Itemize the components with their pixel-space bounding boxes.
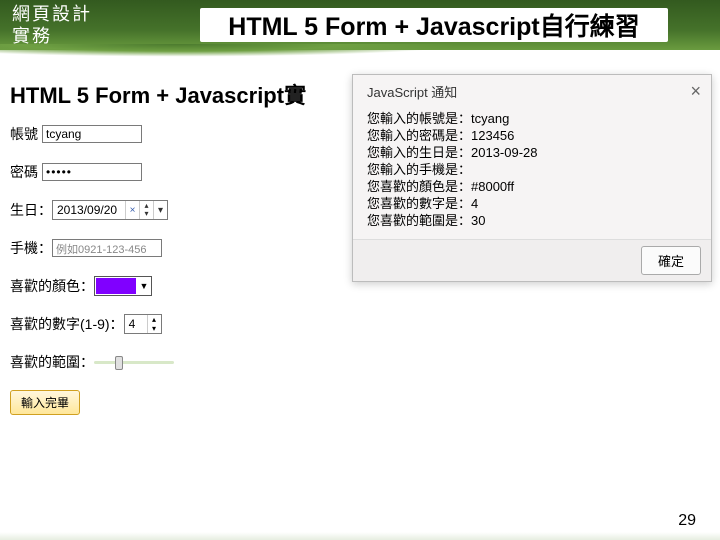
dialog-line: 您輸入的生日是：2013-09-28 <box>367 144 697 161</box>
range-label: 喜歡的範圍： <box>10 352 94 372</box>
range-input[interactable] <box>94 353 174 371</box>
dialog-line: 您輸入的密碼是：123456 <box>367 127 697 144</box>
password-label: 密碼 <box>10 162 38 182</box>
dialog-line: 您輸入的帳號是：tcyang <box>367 110 697 127</box>
number-spinner[interactable]: ▴▾ <box>147 315 161 333</box>
color-label: 喜歡的顏色： <box>10 276 94 296</box>
chevron-down-icon: ▼ <box>137 281 151 291</box>
clear-date-icon[interactable]: × <box>125 201 139 219</box>
date-spinner[interactable]: ▴▾ <box>139 201 153 219</box>
logo-text: 網頁設計 實務 <box>12 3 92 47</box>
logo-line1: 網頁設計 <box>12 4 92 24</box>
submit-button[interactable]: 輸入完畢 <box>10 390 80 415</box>
alert-dialog: JavaScript 通知 × 您輸入的帳號是：tcyang 您輸入的密碼是：1… <box>352 74 712 282</box>
range-track <box>94 361 174 364</box>
account-input[interactable]: tcyang <box>42 125 142 143</box>
page-number: 29 <box>678 512 696 530</box>
account-label: 帳號 <box>10 124 38 144</box>
dialog-line: 您輸入的手機是： <box>367 161 697 178</box>
birthday-label: 生日： <box>10 200 52 220</box>
dialog-line: 您喜歡的數字是：4 <box>367 195 697 212</box>
ok-button[interactable]: 確定 <box>641 246 701 275</box>
number-label: 喜歡的數字(1-9)： <box>10 314 124 334</box>
close-icon[interactable]: × <box>690 81 701 102</box>
dialog-line: 您喜歡的範圍是：30 <box>367 212 697 229</box>
phone-label: 手機： <box>10 238 52 258</box>
phone-input[interactable]: 例如0921-123-456 <box>52 239 162 257</box>
number-value: 4 <box>125 317 147 331</box>
range-thumb <box>115 356 123 370</box>
row-number: 喜歡的數字(1-9)： 4 ▴▾ <box>10 314 710 334</box>
birthday-value: 2013/09/20 <box>53 203 125 217</box>
footer-accent <box>0 532 720 540</box>
header-arc <box>0 44 720 62</box>
password-input[interactable]: ••••• <box>42 163 142 181</box>
birthday-input[interactable]: 2013/09/20 × ▴▾ ▾ <box>52 200 168 220</box>
slide-title: HTML 5 Form + Javascript自行練習 <box>200 8 668 42</box>
calendar-icon[interactable]: ▾ <box>153 201 167 219</box>
row-submit: 輸入完畢 <box>10 390 710 415</box>
logo-line2: 實務 <box>12 26 52 46</box>
color-swatch <box>96 278 136 294</box>
dialog-line: 您喜歡的顏色是：#8000ff <box>367 178 697 195</box>
dialog-header: JavaScript 通知 × <box>353 75 711 104</box>
color-input[interactable]: ▼ <box>94 276 152 296</box>
number-input[interactable]: 4 ▴▾ <box>124 314 162 334</box>
row-range: 喜歡的範圍： <box>10 352 710 372</box>
dialog-title: JavaScript 通知 <box>367 82 457 101</box>
slide: 網頁設計 實務 HTML 5 Form + Javascript自行練習 HTM… <box>0 0 720 540</box>
dialog-footer: 確定 <box>353 239 711 281</box>
dialog-body: 您輸入的帳號是：tcyang 您輸入的密碼是：123456 您輸入的生日是：20… <box>353 104 711 239</box>
